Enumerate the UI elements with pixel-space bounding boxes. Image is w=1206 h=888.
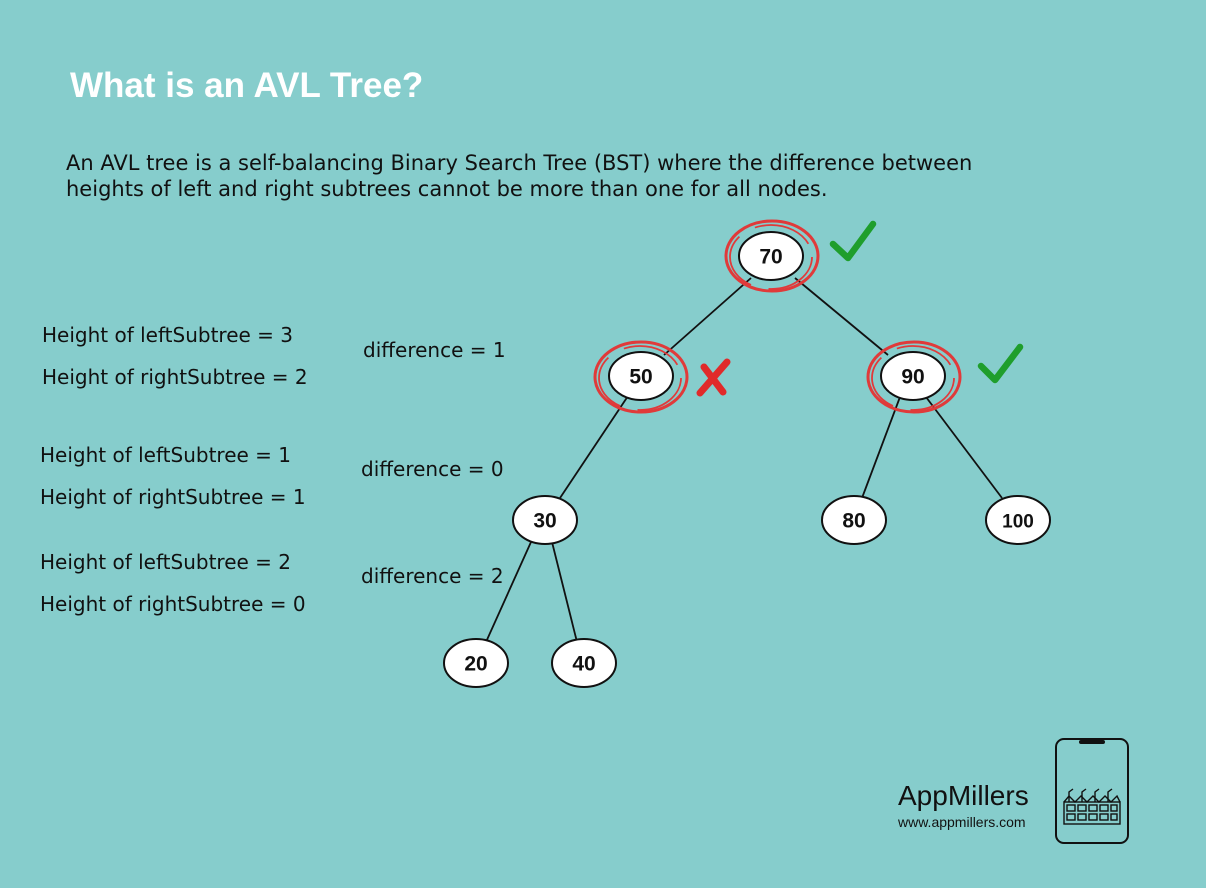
tree-node-70: 70	[738, 231, 804, 281]
brand-url: www.appmillers.com	[898, 814, 1026, 830]
node-label-20: 20	[464, 653, 487, 676]
tree-node-40: 40	[551, 638, 617, 688]
brand-block: AppMillers www.appmillers.com	[898, 780, 1029, 830]
node-label-80: 80	[842, 510, 865, 533]
tree-node-90: 90	[880, 351, 946, 401]
tree-node-20: 20	[443, 638, 509, 688]
tree-node-30: 30	[512, 495, 578, 545]
node-label-70: 70	[759, 246, 782, 269]
tree-node-50: 50	[608, 351, 674, 401]
node-label-90: 90	[901, 366, 924, 389]
factory-phone-icon	[1055, 738, 1129, 844]
edge-90-80	[861, 396, 901, 499]
edge-70-50	[663, 277, 752, 356]
brand-name: AppMillers	[898, 780, 1029, 811]
check-icon	[829, 220, 877, 262]
node-label-100: 100	[1002, 512, 1034, 533]
edge-50-30	[559, 395, 629, 499]
node-label-30: 30	[533, 510, 556, 533]
edge-30-40	[551, 541, 578, 643]
cross-icon	[696, 358, 731, 397]
edge-70-90	[794, 277, 889, 356]
tree-node-80: 80	[821, 495, 887, 545]
edge-90-100	[925, 396, 1003, 499]
tree-node-100: 100	[985, 495, 1051, 545]
node-label-40: 40	[572, 653, 595, 676]
edge-30-20	[485, 541, 532, 643]
avl-tree-diagram: 70 50 90 30 80 100 20 40	[443, 219, 1051, 688]
factory-icon	[1063, 788, 1121, 825]
node-label-50: 50	[629, 366, 652, 389]
check-icon	[977, 343, 1024, 384]
